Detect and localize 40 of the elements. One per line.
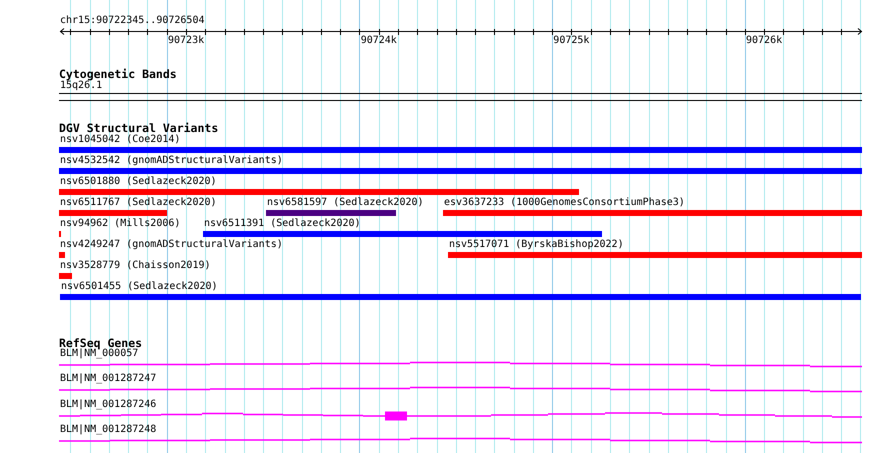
variant-label: nsv4249247 (gnomADStructuralVariants) <box>60 239 283 251</box>
location-label: chr15:90722345..90726504 <box>60 15 204 27</box>
track-title: DGV Structural Variants <box>59 122 218 135</box>
variant-label: nsv1045042 (Coe2014) <box>60 134 180 146</box>
transcript-drawing[interactable] <box>59 362 862 368</box>
variant-label: nsv94962 (Mills2006) <box>60 218 180 230</box>
tick-label: 90723k <box>168 35 204 47</box>
variant-label: nsv5517071 (ByrskaBishop2022) <box>449 239 624 251</box>
transcript-label: BLM|NM_000057 <box>60 348 138 360</box>
variant-label: nsv6581597 (Sedlazeck2020) <box>267 197 424 209</box>
transcript-label: BLM|NM_001287247 <box>60 373 156 385</box>
transcript-drawing[interactable] <box>59 438 862 444</box>
tick-label: 90725k <box>553 35 590 47</box>
variant-bar[interactable] <box>59 147 862 153</box>
variant-bar[interactable] <box>266 210 396 216</box>
variant-label: nsv6511767 (Sedlazeck2020) <box>60 197 217 209</box>
variant-bar[interactable] <box>203 231 602 237</box>
variant-bar[interactable] <box>59 210 167 216</box>
variant-bar[interactable] <box>443 210 862 216</box>
variant-label: esv3637233 (1000GenomesConsortiumPhase3) <box>444 197 685 209</box>
variant-label: nsv6501455 (Sedlazeck2020) <box>61 281 218 293</box>
variant-bar[interactable] <box>59 252 65 258</box>
transcript-label: BLM|NM_001287248 <box>60 424 156 436</box>
transcript-drawing[interactable] <box>59 412 862 420</box>
transcript-label: BLM|NM_001287246 <box>60 399 156 411</box>
variant-label: nsv3528779 (Chaisson2019) <box>60 260 211 272</box>
tick-label: 90726k <box>746 35 782 47</box>
track-title: RefSeq Genes <box>59 337 142 350</box>
variant-bar[interactable] <box>60 294 861 300</box>
variant-bar[interactable] <box>59 189 579 195</box>
variant-bar[interactable] <box>448 252 862 258</box>
variant-bar[interactable] <box>59 273 72 279</box>
tick-label: 90724k <box>360 35 397 47</box>
variant-label: nsv4532542 (gnomADStructuralVariants) <box>60 155 283 167</box>
variant-label: nsv6511391 (Sedlazeck2020) <box>204 218 361 230</box>
variant-bar[interactable] <box>59 168 862 174</box>
track-title: Cytogenetic Bands <box>59 68 177 81</box>
band-label: 15q26.1 <box>60 80 102 92</box>
variant-label: nsv6501880 (Sedlazeck2020) <box>60 176 217 188</box>
transcript-drawing[interactable] <box>59 386 862 392</box>
